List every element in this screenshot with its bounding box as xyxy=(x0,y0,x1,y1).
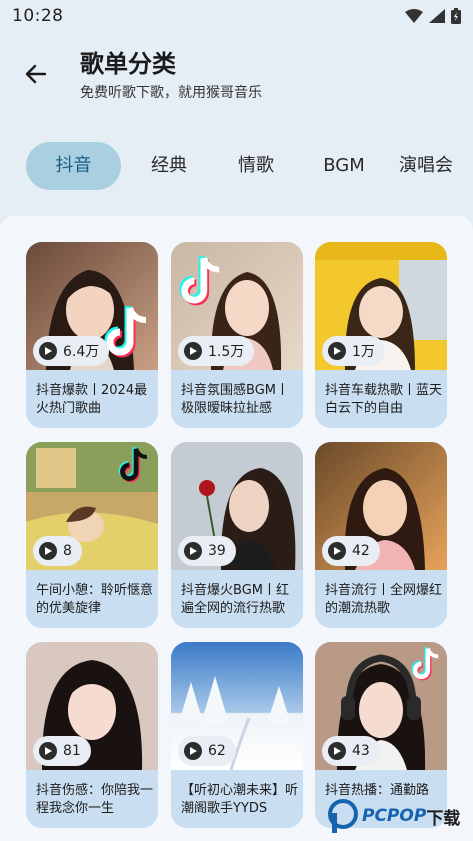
tiktok-logo-icon xyxy=(118,447,148,483)
back-button[interactable] xyxy=(20,58,52,90)
signal-icon xyxy=(429,9,445,23)
play-count-badge: 6.4万 xyxy=(33,336,110,366)
page-subtitle: 免费听歌下歌，就用猴哥音乐 xyxy=(80,85,262,101)
play-count-badge: 1.5万 xyxy=(178,336,255,366)
play-icon xyxy=(184,542,202,560)
play-count-badge: 1万 xyxy=(322,336,385,366)
playlist-title: 抖音爆款丨2024最火热门歌曲 xyxy=(36,383,148,416)
playlist-card[interactable]: 39 抖音爆火BGM丨红遍全网的流行热歌 xyxy=(171,442,303,628)
play-count: 62 xyxy=(208,743,226,759)
tab-bgm[interactable]: BGM xyxy=(313,142,375,190)
playlist-title: 抖音流行丨全网爆红的潮流热歌 xyxy=(325,583,443,616)
play-count-badge: 42 xyxy=(322,536,380,566)
play-count-badge: 8 xyxy=(33,536,82,566)
battery-icon xyxy=(451,8,461,24)
watermark: PCPOP 下载 xyxy=(328,796,473,836)
playlist-card[interactable]: 42 抖音流行丨全网爆红的潮流热歌 xyxy=(315,442,447,628)
play-count: 1.5万 xyxy=(208,344,245,360)
status-icons xyxy=(405,8,461,24)
status-time: 10:28 xyxy=(12,6,64,26)
play-count: 42 xyxy=(352,543,370,559)
play-count: 8 xyxy=(63,543,72,559)
play-icon xyxy=(39,742,57,760)
play-icon xyxy=(184,342,202,360)
play-count: 39 xyxy=(208,543,226,559)
play-count: 81 xyxy=(63,743,81,759)
tab-concert[interactable]: 演唱会 xyxy=(399,142,473,190)
playlist-card[interactable]: 1万 抖音车载热歌丨蓝天白云下的自由 xyxy=(315,242,447,428)
status-bar: 10:28 xyxy=(0,0,473,32)
playlist-title: 抖音车载热歌丨蓝天白云下的自由 xyxy=(325,383,443,416)
play-icon xyxy=(39,342,57,360)
tiktok-logo-icon xyxy=(179,256,220,306)
playlist-title: 抖音氛围感BGM丨极限暧昧拉扯感 xyxy=(181,383,289,416)
header: 歌单分类 免费听歌下歌，就用猴哥音乐 xyxy=(0,40,473,110)
watermark-brand: PCPOP xyxy=(362,806,427,826)
playlist-card[interactable]: 62 【听初心潮未来】听潮阁歌手YYDS xyxy=(171,642,303,828)
playlist-title: 【听初心潮未来】听潮阁歌手YYDS xyxy=(181,783,299,816)
play-count-badge: 62 xyxy=(178,736,236,766)
tiktok-logo-icon xyxy=(104,306,147,358)
play-count-badge: 81 xyxy=(33,736,91,766)
play-icon xyxy=(328,342,346,360)
play-count-badge: 39 xyxy=(178,536,236,566)
tab-classic[interactable]: 经典 xyxy=(125,142,213,190)
watermark-suffix: 下载 xyxy=(426,808,461,829)
playlist-card[interactable]: 81 抖音伤感：你陪我一程我念你一生 xyxy=(26,642,158,828)
playlist-title: 抖音爆火BGM丨红遍全网的流行热歌 xyxy=(181,583,289,616)
rose-icon xyxy=(199,480,215,496)
play-icon xyxy=(39,542,57,560)
playlist-title: 抖音伤感：你陪我一程我念你一生 xyxy=(36,783,154,816)
arrow-left-icon xyxy=(25,64,47,84)
play-count: 1万 xyxy=(352,344,375,360)
playlist-card[interactable]: 6.4万 抖音爆款丨2024最火热门歌曲 xyxy=(26,242,158,428)
playlist-card[interactable]: 1.5万 抖音氛围感BGM丨极限暧昧拉扯感 xyxy=(171,242,303,428)
play-icon xyxy=(328,542,346,560)
play-count: 43 xyxy=(352,743,370,759)
tab-love-songs[interactable]: 情歌 xyxy=(221,142,291,190)
play-count-badge: 43 xyxy=(322,736,380,766)
tiktok-logo-icon xyxy=(411,647,439,681)
play-icon xyxy=(184,742,202,760)
pcpop-logo-icon xyxy=(328,799,358,833)
playlist-card[interactable]: 8 午间小憩：聆听惬意的优美旋律 xyxy=(26,442,158,628)
wifi-icon xyxy=(405,9,423,23)
tab-douyin[interactable]: 抖音 xyxy=(26,142,121,190)
category-tabs: 抖音 经典 情歌 BGM 演唱会 xyxy=(0,140,473,192)
play-count: 6.4万 xyxy=(63,344,100,360)
playlist-panel: 6.4万 抖音爆款丨2024最火热门歌曲 1.5万 抖音氛围感BGM丨极限暧昧拉… xyxy=(0,216,473,841)
play-icon xyxy=(328,742,346,760)
playlist-title: 午间小憩：聆听惬意的优美旋律 xyxy=(36,583,154,616)
page-title: 歌单分类 xyxy=(80,50,176,78)
